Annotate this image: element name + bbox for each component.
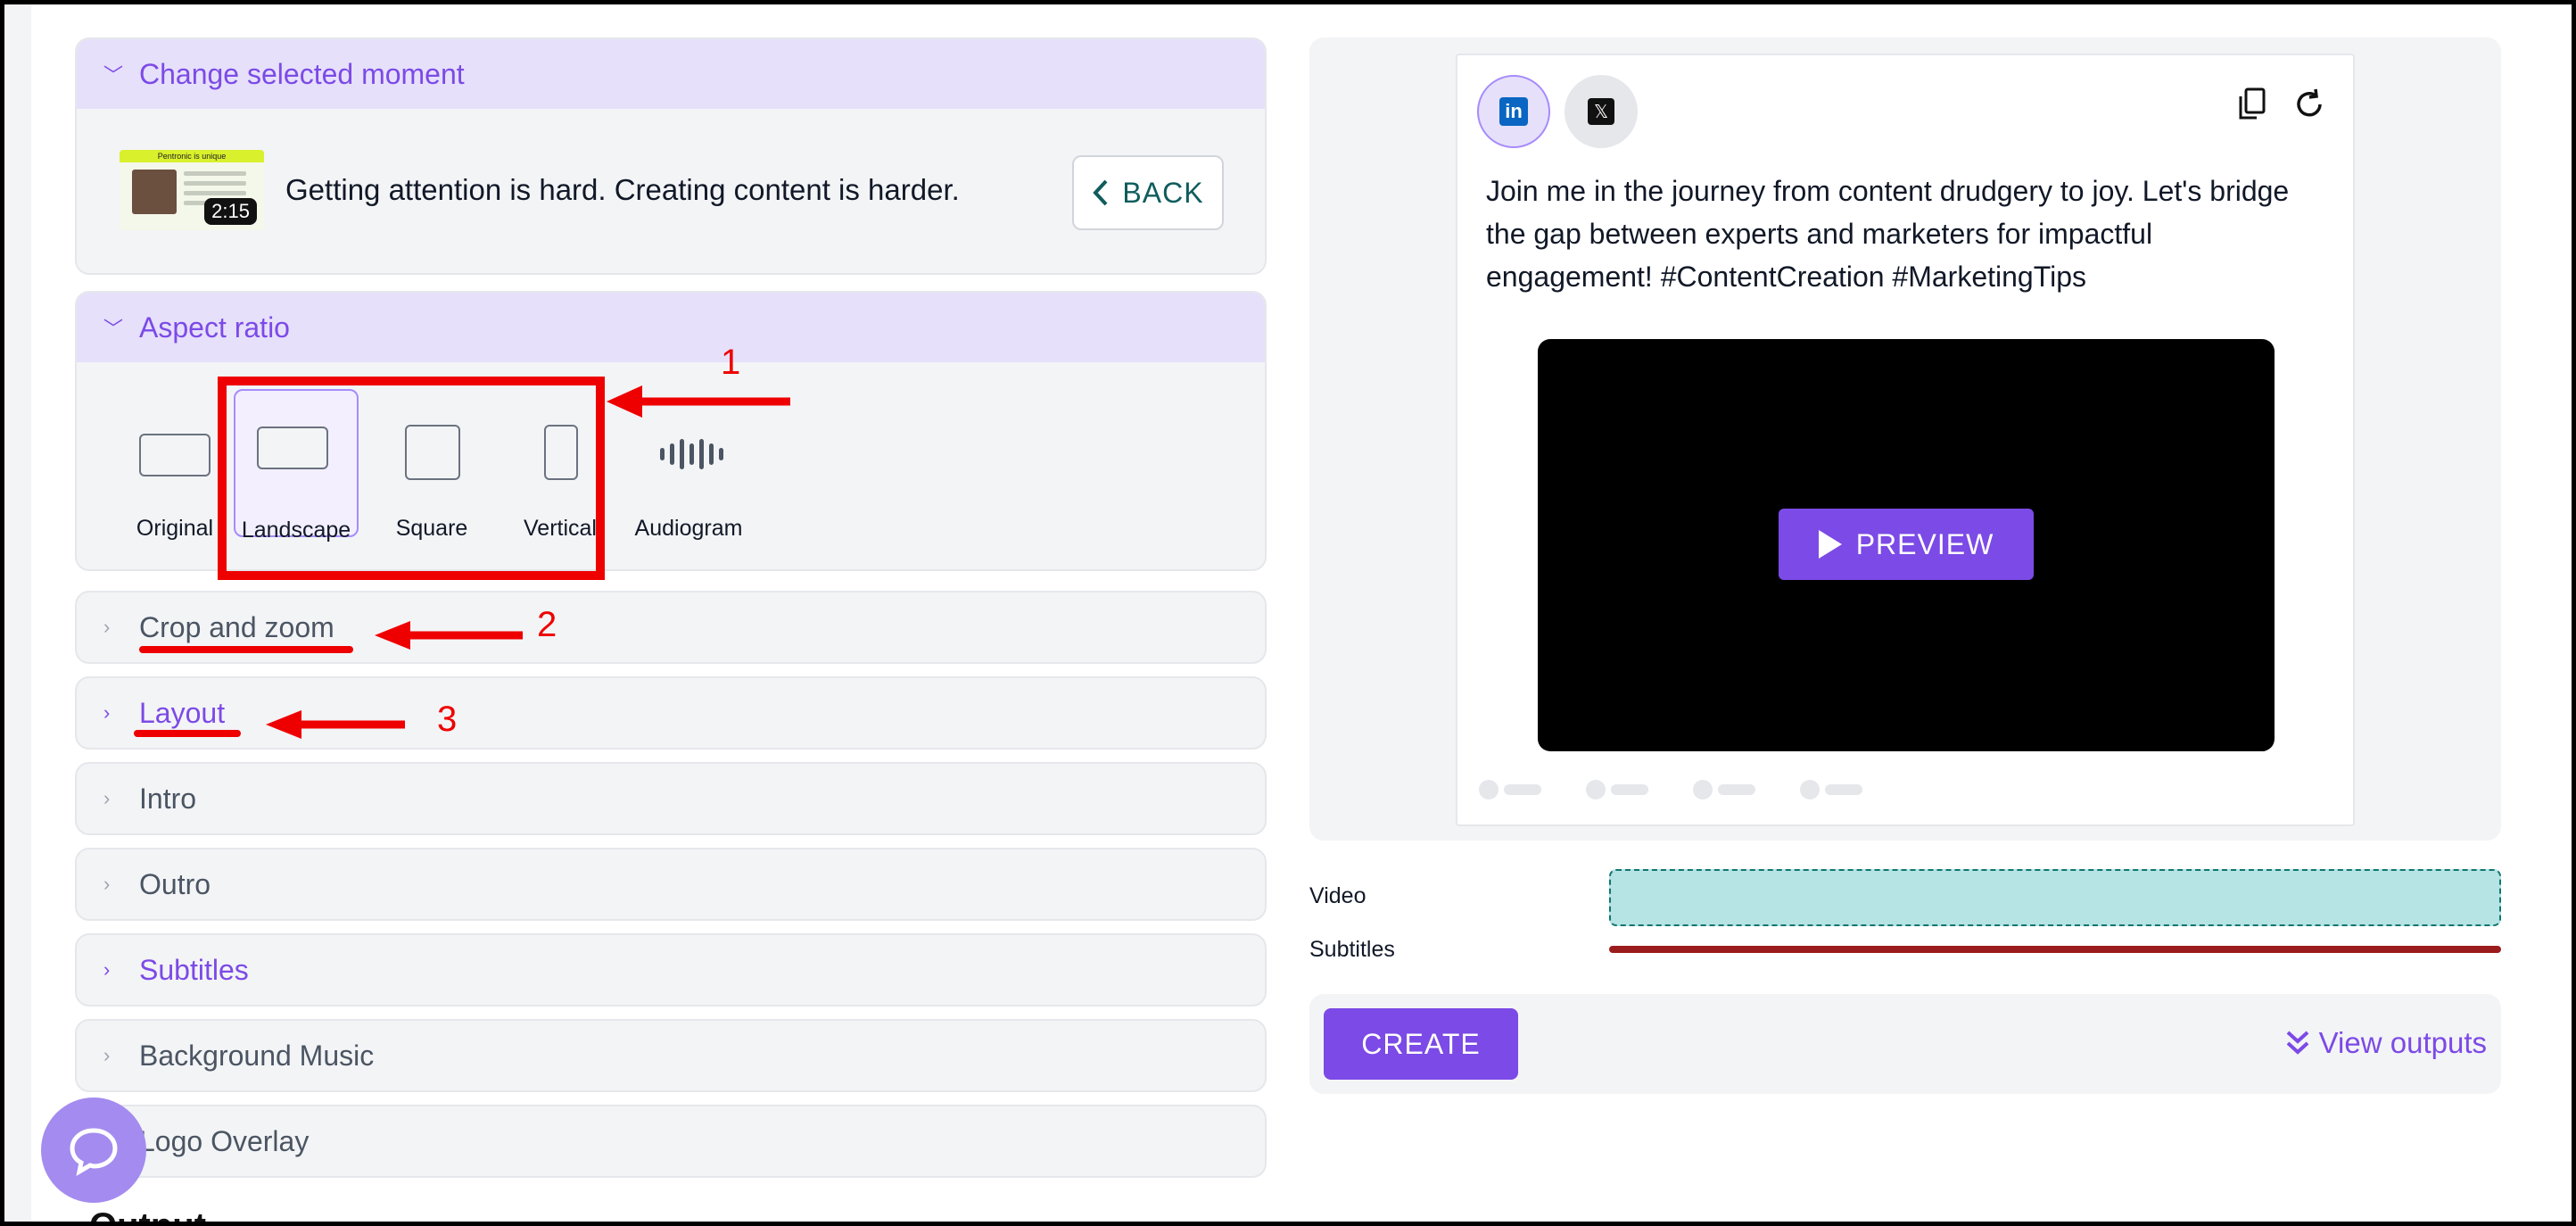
subtitles-section: › Subtitles	[75, 933, 1267, 1006]
preview-button[interactable]: PREVIEW	[1779, 509, 2034, 580]
x-icon: 𝕏	[1588, 98, 1614, 125]
layout-section: › Layout	[75, 676, 1267, 750]
chevron-right-icon: ›	[103, 958, 111, 981]
logo-overlay-title: Logo Overlay	[139, 1124, 310, 1157]
moment-section-header[interactable]: ﹀ Change selected moment	[77, 39, 1265, 109]
video-preview: PREVIEW	[1538, 339, 2275, 751]
left-gutter	[4, 4, 31, 1222]
annotation-number-1: 1	[721, 343, 741, 382]
chevron-down-icon: ﹀	[103, 64, 124, 87]
double-chevron-down-icon	[2286, 1031, 2308, 1055]
layout-header[interactable]: › Layout	[77, 678, 1265, 748]
aspect-option-label: Audiogram	[634, 516, 743, 541]
view-outputs-link[interactable]: View outputs	[2285, 1026, 2487, 1060]
logo-overlay-header[interactable]: › Logo Overlay	[77, 1106, 1265, 1176]
thumbnail-speaker-image	[132, 170, 177, 214]
moment-text: Getting attention is hard. Creating cont…	[285, 173, 960, 206]
aspect-ratio-header[interactable]: ﹀ Aspect ratio	[77, 293, 1265, 362]
annotation-arrow-3	[266, 710, 405, 739]
layout-title: Layout	[139, 696, 226, 729]
linkedin-tab[interactable]: in	[1477, 75, 1550, 148]
chevron-down-icon: ﹀	[103, 318, 124, 340]
post-actions-placeholder	[1479, 780, 1862, 799]
copy-icon[interactable]	[2237, 87, 2267, 121]
crop-and-zoom-title: Crop and zoom	[139, 610, 334, 643]
timeline-video-label: Video	[1309, 883, 1366, 908]
create-bar: CREATE View outputs	[1309, 994, 2501, 1094]
create-button[interactable]: CREATE	[1324, 1008, 1518, 1080]
original-ratio-icon	[139, 434, 211, 476]
outro-title: Outro	[139, 867, 211, 900]
audiogram-waveform-icon	[660, 439, 723, 469]
logo-overlay-section: › Logo Overlay	[75, 1105, 1267, 1178]
preview-button-label: PREVIEW	[1855, 527, 1994, 560]
subtitles-title: Subtitles	[139, 953, 249, 986]
aspect-ratio-title: Aspect ratio	[139, 311, 290, 344]
help-chat-button[interactable]	[41, 1098, 146, 1203]
view-outputs-label: View outputs	[2318, 1026, 2487, 1059]
chevron-right-icon: ›	[103, 1044, 111, 1066]
timeline-subtitles-label: Subtitles	[1309, 937, 1395, 962]
annotation-number-3: 3	[437, 700, 458, 739]
intro-section: › Intro	[75, 762, 1267, 835]
intro-header[interactable]: › Intro	[77, 764, 1265, 833]
intro-title: Intro	[139, 782, 197, 815]
background-music-section: › Background Music	[75, 1019, 1267, 1092]
moment-thumbnail[interactable]: Pentronic is unique 2:15	[120, 150, 264, 230]
moment-section: ﹀ Change selected moment Pentronic is un…	[75, 37, 1267, 275]
annotation-number-2: 2	[537, 605, 557, 644]
subtitles-header[interactable]: › Subtitles	[77, 935, 1265, 1005]
timeline-video-track[interactable]	[1609, 869, 2501, 926]
chat-bubble-icon	[70, 1128, 118, 1176]
chevron-right-icon: ›	[103, 701, 111, 724]
annotation-box-aspect-options	[218, 377, 605, 580]
chevron-right-icon: ›	[103, 873, 111, 895]
annotation-arrow-1	[607, 385, 790, 418]
background-music-title: Background Music	[139, 1039, 375, 1072]
chevron-right-icon: ›	[103, 787, 111, 809]
chevron-left-icon	[1093, 179, 1108, 206]
annotation-underline-layout	[134, 730, 241, 737]
x-tab[interactable]: 𝕏	[1565, 75, 1638, 148]
moment-section-title: Change selected moment	[139, 57, 465, 90]
chevron-right-icon: ›	[103, 616, 111, 638]
thumbnail-title: Pentronic is unique	[120, 150, 264, 162]
output-heading: Output	[89, 1206, 207, 1226]
background-music-header[interactable]: › Background Music	[77, 1021, 1265, 1090]
timeline-subtitles-track[interactable]	[1609, 946, 2501, 953]
linkedin-icon: in	[1499, 97, 1528, 126]
annotation-underline-crop	[139, 646, 353, 653]
annotation-arrow-2	[375, 621, 523, 650]
duration-badge: 2:15	[204, 198, 257, 225]
outro-section: › Outro	[75, 848, 1267, 921]
social-post-preview: in 𝕏 Join me in the journey from content…	[1456, 54, 2355, 826]
play-icon	[1818, 530, 1842, 559]
post-text: Join me in the journey from content drud…	[1486, 175, 2290, 293]
outro-header[interactable]: › Outro	[77, 849, 1265, 919]
back-button[interactable]: BACK	[1072, 155, 1224, 230]
back-button-label: BACK	[1122, 176, 1204, 209]
refresh-icon[interactable]	[2292, 87, 2326, 121]
